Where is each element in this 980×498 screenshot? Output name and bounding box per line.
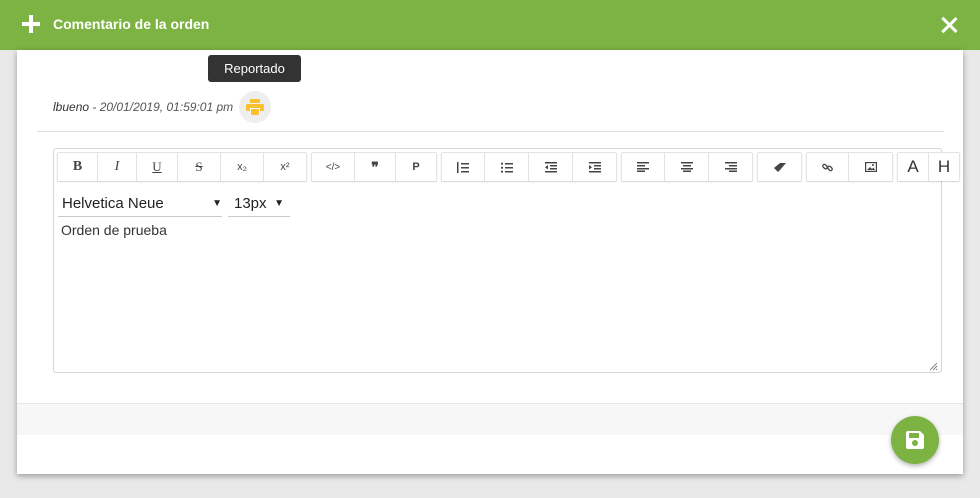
comment-meta: lbueno - 20/01/2019, 01:59:01 pm xyxy=(53,100,233,114)
block-group: </> ❞ P xyxy=(311,152,437,181)
code-button[interactable]: </> xyxy=(312,153,355,181)
caret-down-icon: ▼ xyxy=(274,197,284,209)
editor-toolbar: B I U S x₂ x² </> ❞ P A H xyxy=(57,152,964,181)
quote-button[interactable]: ❞ xyxy=(355,153,396,181)
unordered-list-button[interactable] xyxy=(485,153,529,181)
list-group xyxy=(441,152,617,181)
editor-content[interactable]: Orden de prueba xyxy=(61,222,167,238)
dialog-header: Comentario de la orden xyxy=(0,0,980,50)
outdent-button[interactable] xyxy=(529,153,573,181)
dialog-footer xyxy=(17,403,963,435)
author-name: lbueno xyxy=(53,100,90,114)
print-button[interactable] xyxy=(239,91,271,123)
align-group xyxy=(621,152,753,181)
plus-icon xyxy=(20,13,42,35)
font-family-select[interactable]: Helvetica Neue ▼ xyxy=(58,190,222,217)
divider xyxy=(37,131,944,132)
ordered-list-button[interactable] xyxy=(442,153,485,181)
bold-button[interactable]: B xyxy=(58,153,98,181)
unordered-list-icon xyxy=(500,162,513,173)
paragraph-button[interactable]: P xyxy=(396,153,436,181)
comment-timestamp: - 20/01/2019, 01:59:01 pm xyxy=(89,100,234,114)
align-left-button[interactable] xyxy=(622,153,665,181)
close-icon[interactable] xyxy=(940,16,958,34)
text-style-group: B I U S x₂ x² xyxy=(57,152,307,181)
indent-icon xyxy=(588,161,601,172)
clear-format-button[interactable] xyxy=(758,153,801,181)
insert-group xyxy=(806,152,893,181)
align-right-icon xyxy=(724,162,737,172)
align-center-button[interactable] xyxy=(665,153,709,181)
ordered-list-icon xyxy=(457,161,469,173)
heading-button[interactable]: H xyxy=(929,153,959,181)
save-button[interactable] xyxy=(891,416,939,464)
rich-text-editor[interactable]: B I U S x₂ x² </> ❞ P A H xyxy=(53,148,960,373)
subscript-button[interactable]: x₂ xyxy=(221,153,264,181)
clear-group xyxy=(757,152,802,181)
link-icon xyxy=(822,163,833,171)
tooltip: Reportado xyxy=(208,55,301,82)
underline-button[interactable]: U xyxy=(137,153,178,181)
text-format-group: A H xyxy=(897,152,960,181)
resize-handle-icon[interactable] xyxy=(929,362,938,371)
image-button[interactable] xyxy=(849,153,892,181)
eraser-icon xyxy=(773,162,786,172)
font-size-value: 13px xyxy=(234,194,267,212)
link-button[interactable] xyxy=(807,153,849,181)
align-right-button[interactable] xyxy=(709,153,752,181)
strikethrough-button[interactable]: S xyxy=(178,153,221,181)
superscript-button[interactable]: x² xyxy=(264,153,306,181)
caret-down-icon: ▼ xyxy=(212,197,222,209)
align-left-icon xyxy=(637,162,649,172)
indent-button[interactable] xyxy=(573,153,616,181)
outdent-icon xyxy=(544,161,557,172)
image-icon xyxy=(864,162,877,172)
font-family-value: Helvetica Neue xyxy=(62,194,164,212)
italic-button[interactable]: I xyxy=(98,153,137,181)
font-size-select[interactable]: 13px ▼ xyxy=(228,190,290,217)
align-center-icon xyxy=(680,162,693,172)
dialog-title: Comentario de la orden xyxy=(53,16,210,32)
save-icon xyxy=(906,431,924,449)
font-color-button[interactable]: A xyxy=(898,153,929,181)
printer-icon xyxy=(246,99,264,115)
